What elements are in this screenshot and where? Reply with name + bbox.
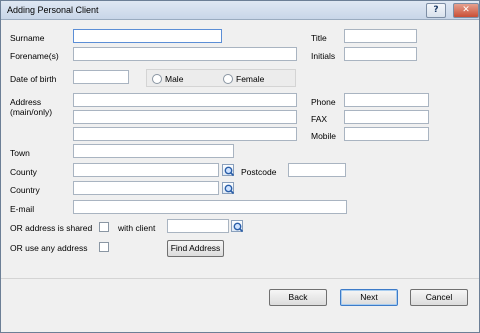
mobile-input[interactable] xyxy=(344,127,429,141)
address-sub-label: (main/only) xyxy=(10,107,53,117)
lookup-icon xyxy=(224,184,235,195)
postcode-label: Postcode xyxy=(241,167,277,177)
title-label: Title xyxy=(311,33,327,43)
address-label: Address xyxy=(10,97,42,107)
fax-input[interactable] xyxy=(344,110,429,124)
forename-label: Forename(s) xyxy=(10,51,59,61)
dob-input[interactable] xyxy=(73,70,129,84)
initials-input[interactable] xyxy=(344,47,417,61)
shared-checkbox[interactable] xyxy=(99,222,109,232)
phone-label: Phone xyxy=(311,97,336,107)
footer-separator xyxy=(1,278,479,279)
close-icon: ✕ xyxy=(462,5,470,15)
country-lookup-button[interactable] xyxy=(222,182,235,195)
initials-label: Initials xyxy=(311,51,336,61)
female-radio[interactable] xyxy=(223,74,233,84)
country-label: Country xyxy=(10,185,40,195)
country-input[interactable] xyxy=(73,181,219,195)
forename-input[interactable] xyxy=(73,47,297,61)
county-label: County xyxy=(10,167,37,177)
fax-label: FAX xyxy=(311,114,328,124)
help-icon: ? xyxy=(433,5,439,15)
surname-input[interactable] xyxy=(73,29,222,43)
mobile-label: Mobile xyxy=(311,131,337,141)
window-title: Adding Personal Client xyxy=(7,5,99,15)
female-label: Female xyxy=(236,74,265,84)
address-line-2[interactable] xyxy=(73,110,297,124)
client-lookup-button[interactable] xyxy=(231,220,244,233)
with-client-label: with client xyxy=(118,223,156,233)
address-line-3[interactable] xyxy=(73,127,297,141)
male-label: Male xyxy=(165,74,184,84)
help-button[interactable]: ? xyxy=(426,3,446,18)
email-label: E-mail xyxy=(10,204,35,214)
lookup-icon xyxy=(224,166,235,177)
dialog-window: Adding Personal Client ? ✕ Surname Title… xyxy=(0,0,480,333)
town-input[interactable] xyxy=(73,144,234,158)
title-input[interactable] xyxy=(344,29,417,43)
county-input[interactable] xyxy=(73,163,219,177)
surname-label: Surname xyxy=(10,33,45,43)
address-line-1[interactable] xyxy=(73,93,297,107)
cancel-button[interactable]: Cancel xyxy=(410,289,468,306)
title-bar[interactable]: Adding Personal Client ? ✕ xyxy=(1,1,479,20)
shared-label: OR address is shared xyxy=(10,223,93,233)
town-label: Town xyxy=(10,148,30,158)
next-button[interactable]: Next xyxy=(340,289,398,306)
find-address-button[interactable]: Find Address xyxy=(167,240,224,257)
phone-input[interactable] xyxy=(344,93,429,107)
male-radio[interactable] xyxy=(152,74,162,84)
lookup-icon xyxy=(233,222,244,233)
dob-label: Date of birth xyxy=(10,74,57,84)
postcode-input[interactable] xyxy=(288,163,346,177)
back-button[interactable]: Back xyxy=(269,289,327,306)
any-address-checkbox[interactable] xyxy=(99,242,109,252)
county-lookup-button[interactable] xyxy=(222,164,235,177)
any-address-label: OR use any address xyxy=(10,243,88,253)
close-button[interactable]: ✕ xyxy=(453,3,479,18)
email-input[interactable] xyxy=(73,200,347,214)
client-input[interactable] xyxy=(167,219,229,233)
